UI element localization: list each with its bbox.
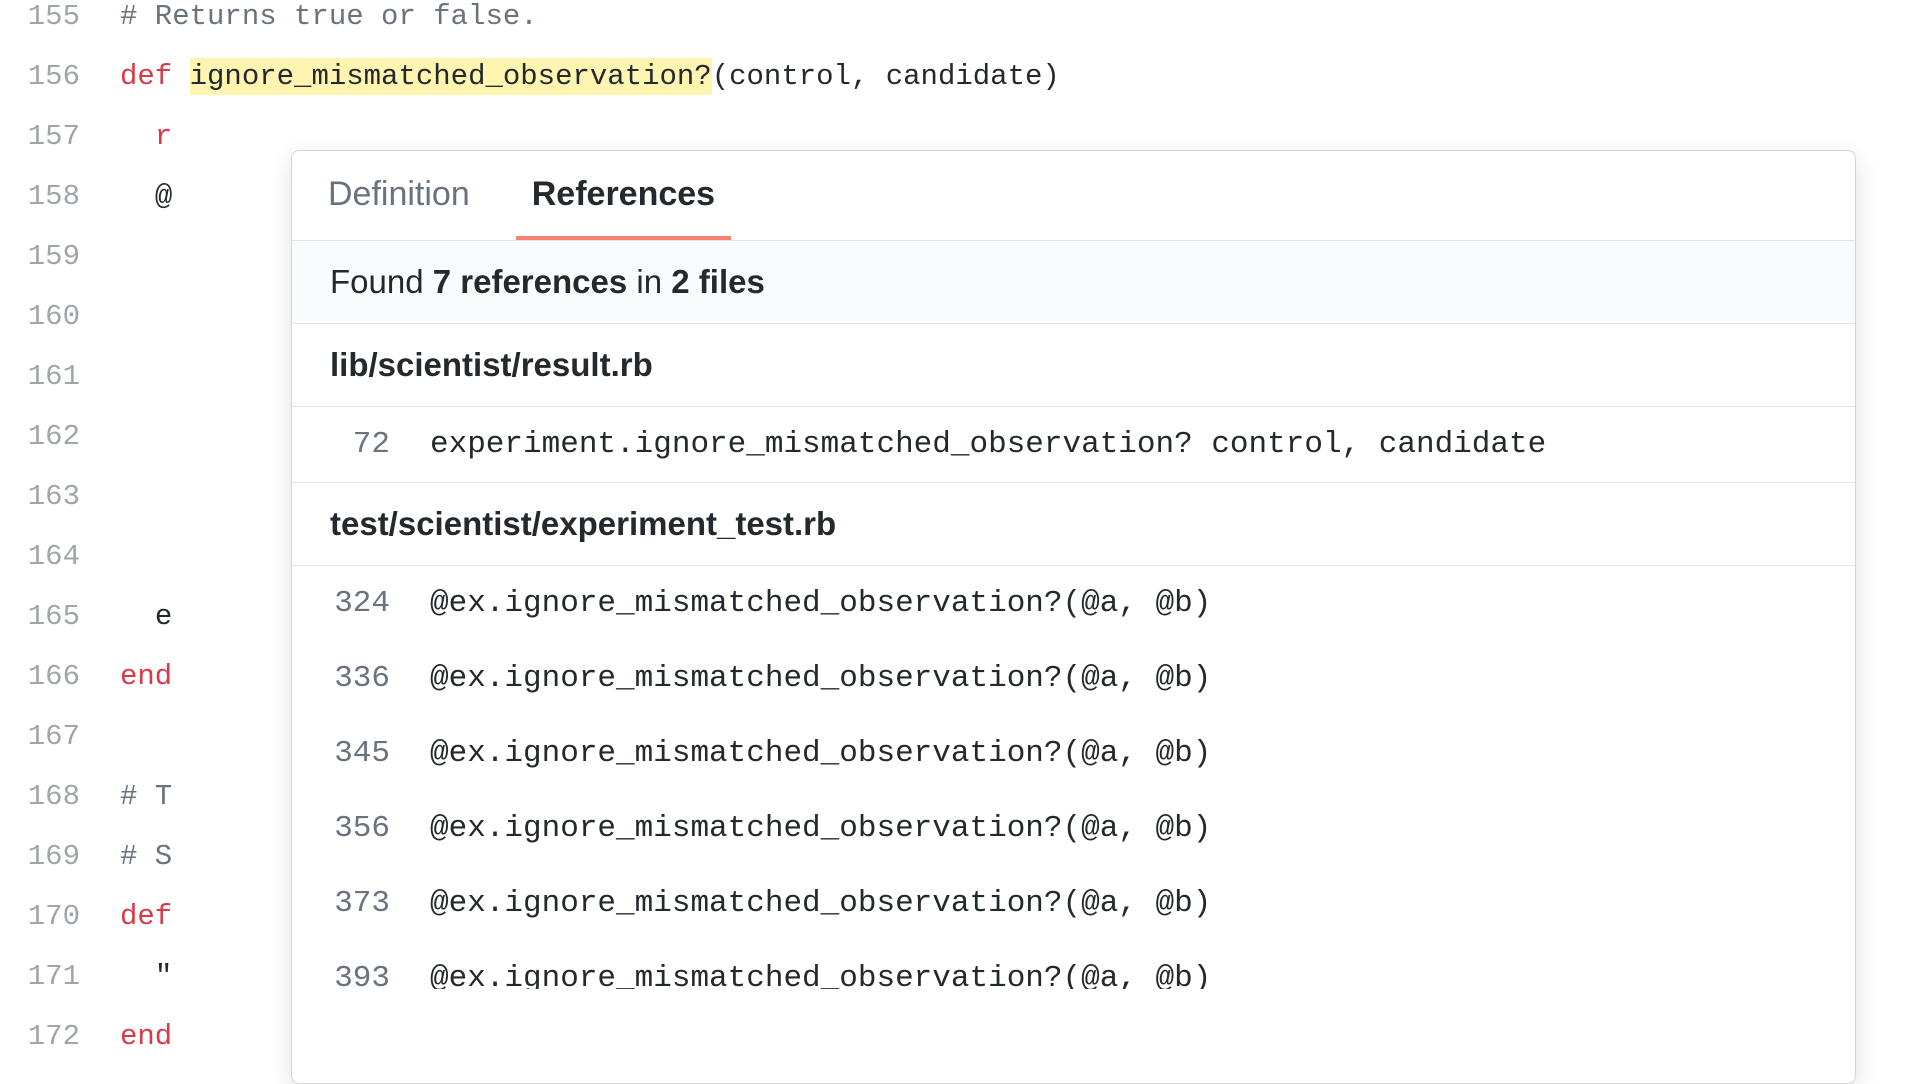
ref-code: @ex.ignore_mismatched_observation?(@a, @… [430, 736, 1211, 771]
line-content: e [120, 600, 172, 633]
references-popup: Definition References Found 7 references… [291, 150, 1856, 1084]
ref-line-number: 72 [330, 427, 430, 462]
ref-line-number: 324 [330, 586, 430, 621]
tab-references[interactable]: References [516, 151, 731, 240]
reference-line[interactable]: 393 @ex.ignore_mismatched_observation?(@… [292, 941, 1855, 989]
line-number: 162 [0, 420, 120, 453]
ref-line-number: 393 [330, 961, 430, 989]
ref-code: @ex.ignore_mismatched_observation?(@a, @… [430, 661, 1211, 696]
ref-code: @ex.ignore_mismatched_observation?(@a, @… [430, 586, 1211, 621]
line-number: 160 [0, 300, 120, 333]
line-content: end [120, 660, 172, 693]
code-line[interactable]: 155 # Returns true or false. [0, 0, 1920, 60]
line-number: 158 [0, 180, 120, 213]
line-content: r [120, 120, 172, 153]
reference-line[interactable]: 356 @ex.ignore_mismatched_observation?(@… [292, 791, 1855, 866]
ref-code: experiment.ignore_mismatched_observation… [430, 427, 1546, 462]
line-content: end [120, 1020, 172, 1053]
line-number: 164 [0, 540, 120, 573]
ref-line-number: 356 [330, 811, 430, 846]
line-content: def [120, 900, 172, 933]
line-number: 155 [0, 0, 120, 33]
file-group: test/scientist/experiment_test.rb 324 @e… [292, 482, 1855, 989]
file-path[interactable]: lib/scientist/result.rb [292, 324, 1855, 407]
line-number: 163 [0, 480, 120, 513]
line-number: 167 [0, 720, 120, 753]
code-editor: 155 # Returns true or false. 156 def ign… [0, 0, 1920, 1084]
file-group: lib/scientist/result.rb 72 experiment.ig… [292, 324, 1855, 482]
ref-line-number: 345 [330, 736, 430, 771]
line-content: # T [120, 780, 172, 813]
line-number: 157 [0, 120, 120, 153]
line-content: @ [120, 180, 172, 213]
popup-tabs: Definition References [292, 151, 1855, 241]
line-number: 156 [0, 60, 120, 93]
code-line[interactable]: 156 def ignore_mismatched_observation?(c… [0, 60, 1920, 120]
reference-line[interactable]: 345 @ex.ignore_mismatched_observation?(@… [292, 716, 1855, 791]
line-number: 171 [0, 960, 120, 993]
tab-definition[interactable]: Definition [312, 151, 486, 240]
line-number: 172 [0, 1020, 120, 1053]
line-content: def ignore_mismatched_observation?(contr… [120, 60, 1060, 93]
ref-line-number: 373 [330, 886, 430, 921]
reference-line[interactable]: 324 @ex.ignore_mismatched_observation?(@… [292, 566, 1855, 641]
line-number: 166 [0, 660, 120, 693]
line-content: " [120, 960, 172, 993]
line-content: # Returns true or false. [120, 0, 538, 33]
line-number: 168 [0, 780, 120, 813]
highlighted-symbol[interactable]: ignore_mismatched_observation? [190, 58, 712, 95]
ref-code: @ex.ignore_mismatched_observation?(@a, @… [430, 961, 1211, 989]
line-number: 165 [0, 600, 120, 633]
line-number: 169 [0, 840, 120, 873]
ref-code: @ex.ignore_mismatched_observation?(@a, @… [430, 886, 1211, 921]
line-number: 170 [0, 900, 120, 933]
reference-line[interactable]: 373 @ex.ignore_mismatched_observation?(@… [292, 866, 1855, 941]
reference-line[interactable]: 72 experiment.ignore_mismatched_observat… [292, 407, 1855, 482]
line-number: 161 [0, 360, 120, 393]
ref-code: @ex.ignore_mismatched_observation?(@a, @… [430, 811, 1211, 846]
file-path[interactable]: test/scientist/experiment_test.rb [292, 483, 1855, 566]
line-content: # S [120, 840, 172, 873]
ref-line-number: 336 [330, 661, 430, 696]
reference-line[interactable]: 336 @ex.ignore_mismatched_observation?(@… [292, 641, 1855, 716]
line-number: 159 [0, 240, 120, 273]
references-summary: Found 7 references in 2 files [292, 241, 1855, 324]
